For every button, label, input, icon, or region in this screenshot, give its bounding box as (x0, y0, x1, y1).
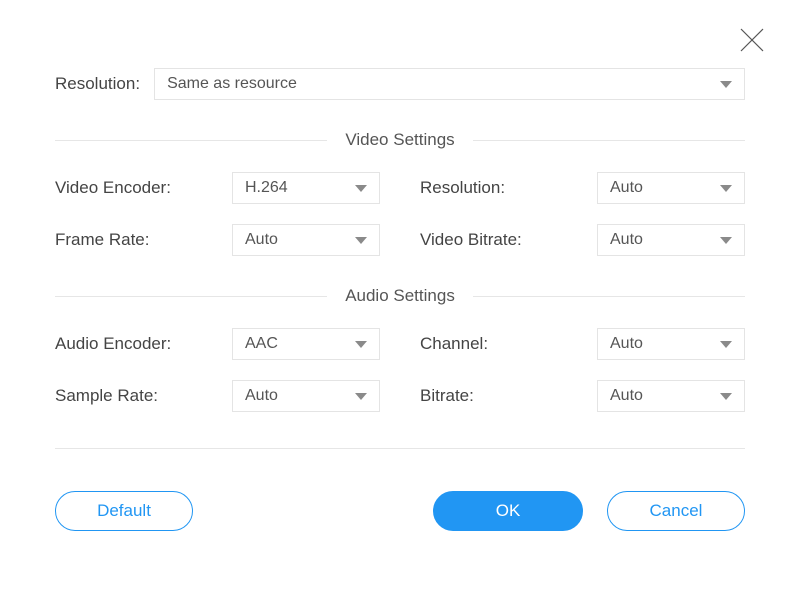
top-resolution-select[interactable]: Same as resource (154, 68, 745, 100)
frame-rate-label: Frame Rate: (55, 230, 185, 250)
video-settings-title: Video Settings (345, 130, 454, 150)
video-resolution-value: Auto (610, 179, 643, 197)
audio-encoder-select[interactable]: AAC (232, 328, 380, 360)
divider (55, 448, 745, 449)
chevron-down-icon (720, 237, 732, 244)
close-button[interactable] (738, 26, 766, 54)
chevron-down-icon (720, 341, 732, 348)
sample-rate-label: Sample Rate: (55, 386, 185, 406)
audio-bitrate-select[interactable]: Auto (597, 380, 745, 412)
video-resolution-field: Resolution: Auto (420, 172, 745, 204)
sample-rate-field: Sample Rate: Auto (55, 380, 380, 412)
video-bitrate-field: Video Bitrate: Auto (420, 224, 745, 256)
audio-settings-title: Audio Settings (345, 286, 455, 306)
channel-value: Auto (610, 335, 643, 353)
divider (55, 140, 327, 141)
audio-encoder-label: Audio Encoder: (55, 334, 185, 354)
chevron-down-icon (355, 393, 367, 400)
audio-encoder-field: Audio Encoder: AAC (55, 328, 380, 360)
chevron-down-icon (720, 393, 732, 400)
close-icon (738, 26, 766, 54)
settings-dialog: Resolution: Same as resource Video Setti… (0, 0, 800, 592)
video-bitrate-value: Auto (610, 231, 643, 249)
frame-rate-select[interactable]: Auto (232, 224, 380, 256)
video-settings-section: Video Settings Video Encoder: H.264 Reso… (55, 130, 745, 256)
video-bitrate-label: Video Bitrate: (420, 230, 550, 250)
ok-button-label: OK (496, 501, 521, 521)
top-resolution-label: Resolution: (55, 74, 140, 94)
chevron-down-icon (355, 341, 367, 348)
audio-bitrate-value: Auto (610, 387, 643, 405)
video-encoder-value: H.264 (245, 179, 288, 197)
chevron-down-icon (355, 237, 367, 244)
top-resolution-value: Same as resource (167, 75, 297, 93)
channel-label: Channel: (420, 334, 550, 354)
button-row: Default OK Cancel (55, 491, 745, 531)
chevron-down-icon (720, 81, 732, 88)
divider (55, 296, 327, 297)
video-encoder-select[interactable]: H.264 (232, 172, 380, 204)
cancel-button-label: Cancel (650, 501, 703, 521)
video-resolution-select[interactable]: Auto (597, 172, 745, 204)
channel-field: Channel: Auto (420, 328, 745, 360)
frame-rate-field: Frame Rate: Auto (55, 224, 380, 256)
channel-select[interactable]: Auto (597, 328, 745, 360)
divider (473, 140, 745, 141)
audio-bitrate-label: Bitrate: (420, 386, 550, 406)
video-encoder-label: Video Encoder: (55, 178, 185, 198)
video-encoder-field: Video Encoder: H.264 (55, 172, 380, 204)
chevron-down-icon (720, 185, 732, 192)
audio-bitrate-field: Bitrate: Auto (420, 380, 745, 412)
sample-rate-select[interactable]: Auto (232, 380, 380, 412)
cancel-button[interactable]: Cancel (607, 491, 745, 531)
audio-settings-section: Audio Settings Audio Encoder: AAC Channe… (55, 286, 745, 412)
top-resolution-row: Resolution: Same as resource (55, 68, 745, 100)
video-resolution-label: Resolution: (420, 178, 550, 198)
frame-rate-value: Auto (245, 231, 278, 249)
ok-button[interactable]: OK (433, 491, 583, 531)
sample-rate-value: Auto (245, 387, 278, 405)
audio-encoder-value: AAC (245, 335, 278, 353)
chevron-down-icon (355, 185, 367, 192)
video-bitrate-select[interactable]: Auto (597, 224, 745, 256)
default-button-label: Default (97, 501, 151, 521)
default-button[interactable]: Default (55, 491, 193, 531)
divider (473, 296, 745, 297)
